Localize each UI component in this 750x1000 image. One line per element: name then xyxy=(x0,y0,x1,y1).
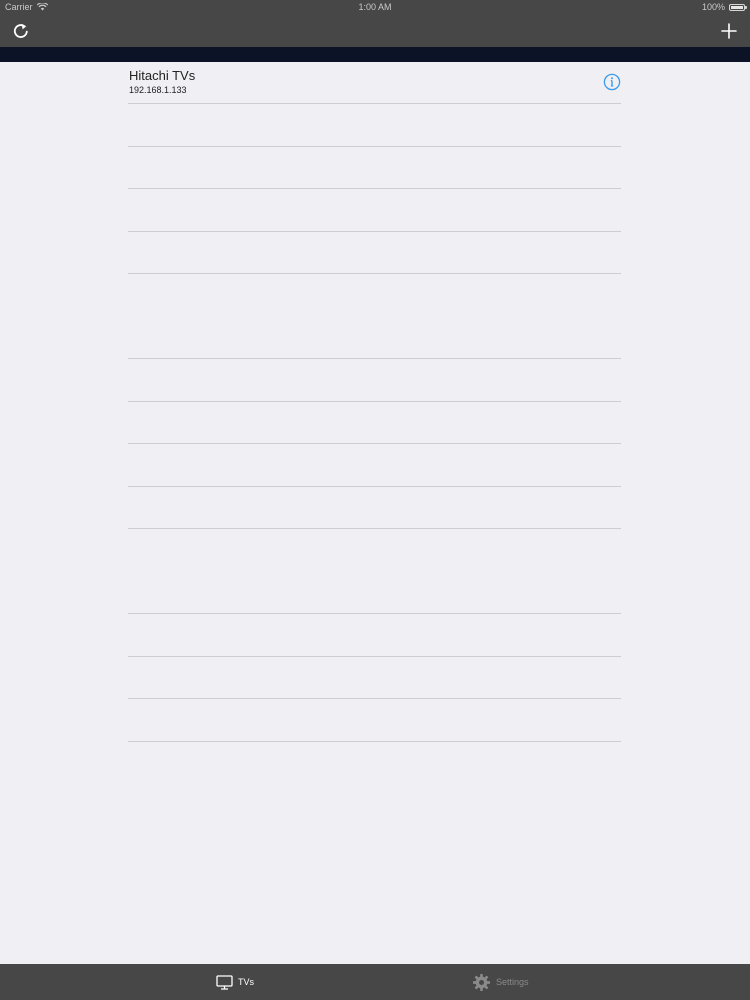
battery-icon xyxy=(729,3,747,11)
list-section-gap xyxy=(128,274,621,359)
tab-settings[interactable]: Settings xyxy=(472,964,529,1000)
tab-tvs-label: TVs xyxy=(238,977,255,987)
tab-settings-label: Settings xyxy=(496,977,529,987)
refresh-icon xyxy=(13,23,28,38)
empty-list-row xyxy=(128,189,621,232)
tv-icon xyxy=(216,974,233,990)
clock: 1:00 AM xyxy=(358,2,392,12)
empty-list-row xyxy=(128,232,621,274)
battery-indicator: 100% xyxy=(701,2,747,12)
add-device-button[interactable] xyxy=(716,18,742,44)
tab-tvs[interactable]: TVs xyxy=(216,964,254,1000)
tv-list: Hitachi TVs 192.168.1.133 xyxy=(128,62,621,742)
empty-list-row xyxy=(128,104,621,147)
gear-icon xyxy=(472,973,491,991)
add-icon xyxy=(721,23,737,39)
empty-list-row xyxy=(128,657,621,699)
empty-list-row xyxy=(128,402,621,444)
list-section-gap xyxy=(128,529,621,614)
empty-list-row xyxy=(128,614,621,657)
tab-bar: TVs Settings xyxy=(0,964,750,1000)
tv-list-row[interactable]: Hitachi TVs 192.168.1.133 xyxy=(128,62,621,104)
empty-list-row xyxy=(128,699,621,742)
empty-list-row xyxy=(128,359,621,402)
tv-ip-address: 192.168.1.133 xyxy=(129,85,187,95)
refresh-button[interactable] xyxy=(8,18,34,44)
status-bar: Carrier 1:00 AM 100% xyxy=(0,0,750,14)
header-divider-strip xyxy=(0,47,750,62)
empty-list-row xyxy=(128,444,621,487)
info-icon[interactable] xyxy=(603,73,621,91)
navigation-bar xyxy=(0,14,750,47)
tv-name: Hitachi TVs xyxy=(129,68,196,83)
battery-percent: 100% xyxy=(701,2,725,12)
empty-list-row xyxy=(128,487,621,529)
empty-list-row xyxy=(128,147,621,189)
